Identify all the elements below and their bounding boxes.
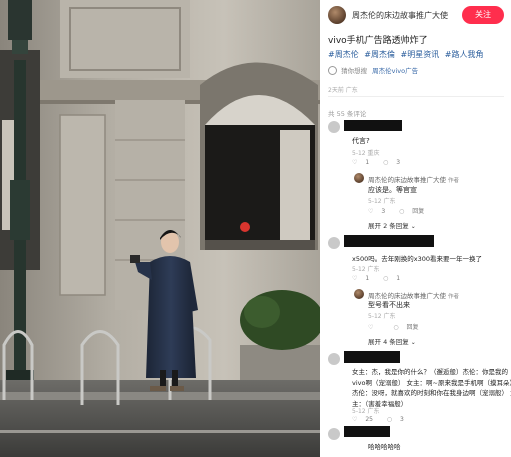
- reply-text: 应该是。等官宣: [368, 186, 417, 194]
- expand-label: 展开 4 条回复: [368, 338, 409, 346]
- reply-text: 型号看不出来: [368, 301, 410, 309]
- expand-label: 展开 2 条回复: [368, 222, 409, 230]
- follow-button[interactable]: 关注: [462, 6, 504, 24]
- heart-icon: ♡: [352, 416, 358, 423]
- comment-text: 女主：杰，我是你的什么？（邂逅般）杰伦：你是我的vivo啊（宠溺般） 女主：啊~…: [352, 368, 511, 408]
- tag-link[interactable]: #路人我角: [445, 50, 484, 59]
- commenter-avatar[interactable]: [328, 428, 340, 440]
- heart-icon: ♡: [368, 208, 374, 215]
- redacted-username: [344, 351, 400, 363]
- comment-icon: ○: [399, 208, 405, 215]
- comment-text: 代言?: [352, 137, 370, 145]
- comment-text: x500吗。去年刚换的x300看来要一年一换了: [352, 255, 483, 263]
- post-title: vivo手机广告路透帅炸了: [328, 36, 428, 46]
- author-avatar[interactable]: [328, 6, 346, 24]
- post-photo[interactable]: [0, 0, 320, 457]
- commenter-avatar[interactable]: [328, 353, 340, 365]
- comment-text: 哈哈哈哈哈: [368, 443, 401, 451]
- comment-actions: ♡ 25 ○ 3: [352, 416, 416, 423]
- comment-meta: 5-12 重庆: [352, 150, 380, 157]
- chevron-down-icon: ⌄: [410, 339, 416, 346]
- like-count: 1: [365, 275, 370, 282]
- tag-link[interactable]: #明星资讯: [401, 50, 440, 59]
- divider: [328, 96, 504, 97]
- reply-author-avatar[interactable]: [354, 289, 364, 299]
- search-icon: [328, 65, 337, 75]
- reply-author-avatar[interactable]: [354, 173, 364, 183]
- author-header: 周杰伦的床边故事推广大使 关注: [328, 6, 504, 24]
- chevron-down-icon: ⌄: [410, 223, 416, 230]
- redacted-username: [344, 426, 390, 437]
- reply-count-button[interactable]: ○ 3: [383, 159, 406, 166]
- comment-icon: ○: [386, 416, 393, 423]
- comment-meta: 5-12 广东: [352, 408, 380, 415]
- comment-actions: ♡ 1 ○ 3: [352, 159, 412, 166]
- like-count: 25: [365, 416, 373, 423]
- reply-label: 回复: [406, 324, 419, 331]
- reply-count-button[interactable]: ○ 3: [387, 416, 410, 423]
- like-button[interactable]: ♡: [368, 324, 387, 331]
- reply-count: 3: [396, 159, 401, 166]
- post-detail-panel: 周杰伦的床边故事推广大使 关注 vivo手机广告路透帅炸了 #周杰伦 #周杰倫 …: [320, 0, 511, 457]
- reply-meta: 5-12 广东: [368, 313, 396, 320]
- reply-button[interactable]: ○ 回复: [393, 324, 424, 331]
- comment-count: 共 55 条评论: [328, 110, 367, 118]
- comment-meta: 5-12 广东: [352, 266, 380, 273]
- post-date-location: 2天前 广东: [328, 87, 358, 94]
- reply-label: 回复: [412, 208, 425, 215]
- expand-replies-button[interactable]: 展开 4 条回复 ⌄: [368, 336, 416, 346]
- like-button[interactable]: ♡ 3: [368, 208, 391, 215]
- heart-icon: ♡: [352, 275, 358, 282]
- redacted-username: [344, 120, 402, 131]
- reply-count: 1: [396, 275, 401, 282]
- author-tag: 作者: [448, 294, 460, 300]
- post-tags: #周杰伦 #周杰倫 #明星资讯 #路人我角: [328, 49, 508, 60]
- guess-suggestion-link[interactable]: 周杰伦vivo广告: [372, 67, 418, 75]
- reply-button[interactable]: ○ 回复: [399, 208, 430, 215]
- like-button[interactable]: ♡ 1: [352, 159, 375, 166]
- reply-meta: 5-12 广东: [368, 198, 396, 205]
- comment-icon: ○: [393, 324, 399, 331]
- like-count: 3: [381, 208, 386, 215]
- heart-icon: ♡: [352, 159, 358, 166]
- guess-search-row[interactable]: 猜你想搜 周杰伦vivo广告: [328, 65, 418, 76]
- author-name[interactable]: 周杰伦的床边故事推广大使: [352, 10, 448, 21]
- tag-link[interactable]: #周杰倫: [364, 50, 395, 59]
- commenter-avatar[interactable]: [328, 121, 340, 133]
- tag-link[interactable]: #周杰伦: [328, 50, 359, 59]
- comment-icon: ○: [383, 275, 389, 282]
- like-count: 1: [365, 159, 370, 166]
- like-button[interactable]: ♡ 1: [352, 275, 375, 282]
- reply-actions: ♡ 3 ○ 回复: [368, 206, 436, 215]
- reply-count: 3: [400, 416, 404, 423]
- reply-actions: ♡ ○ 回复: [368, 322, 431, 331]
- guess-label: 猜你想搜: [341, 67, 368, 75]
- comment-icon: ○: [383, 159, 389, 166]
- reply-author-name[interactable]: 周杰伦的床边故事推广大使 作者: [368, 174, 459, 184]
- reply-author-name[interactable]: 周杰伦的床边故事推广大使 作者: [368, 290, 459, 300]
- like-button[interactable]: ♡ 25: [352, 416, 379, 423]
- street-scene-image: [0, 0, 320, 457]
- reply-count-button[interactable]: ○ 1: [383, 275, 406, 282]
- comment-actions: ♡ 1 ○ 1: [352, 275, 412, 282]
- expand-replies-button[interactable]: 展开 2 条回复 ⌄: [368, 220, 416, 230]
- commenter-avatar[interactable]: [328, 237, 340, 249]
- author-tag: 作者: [448, 178, 460, 184]
- redacted-username: [344, 235, 434, 247]
- heart-icon: ♡: [368, 324, 374, 331]
